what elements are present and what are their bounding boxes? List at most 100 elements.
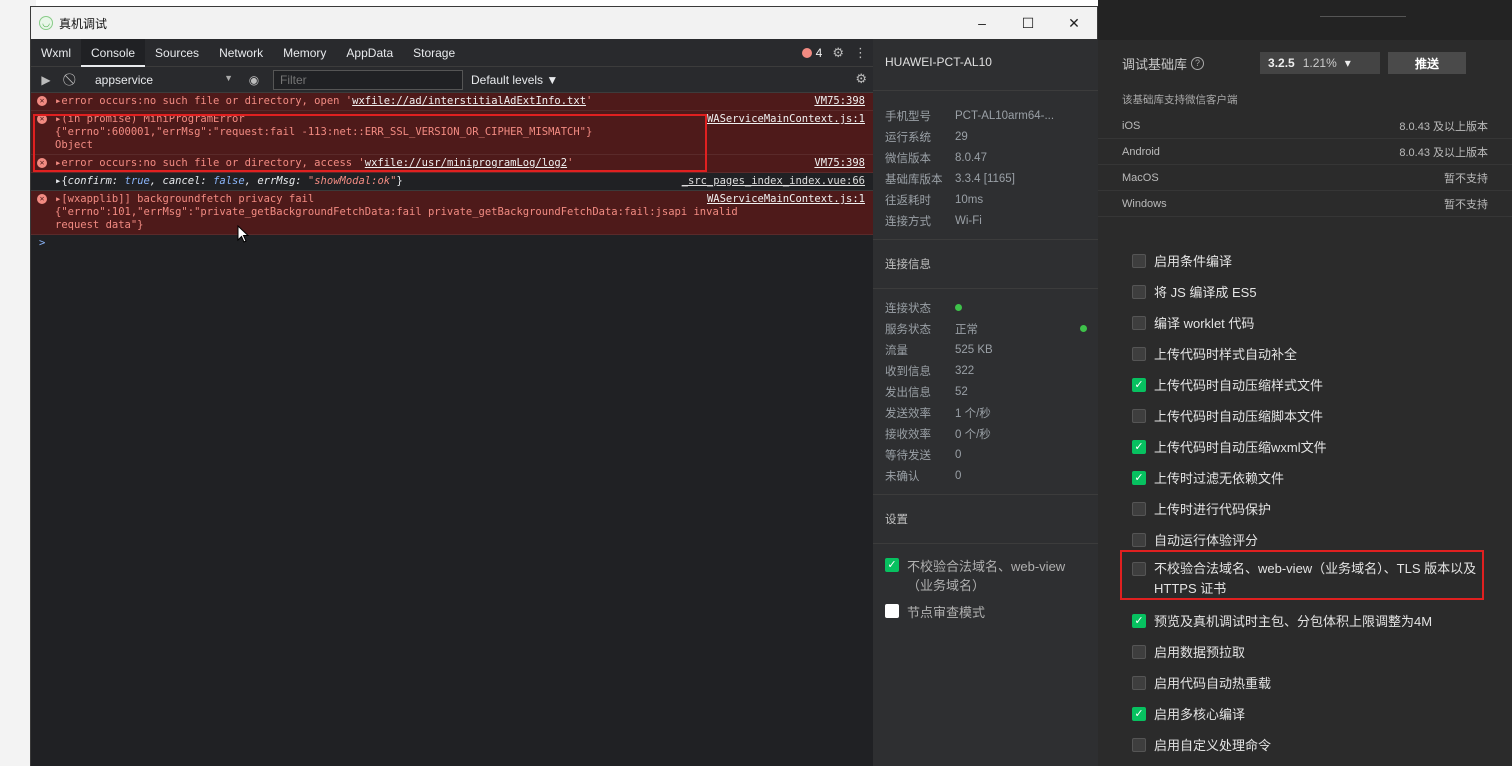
project-settings-panel: 调试基础库 ? 3.2.5 1.21% ▾ 推送 该基础库支持微信客户端 iOS… xyxy=(1098,0,1512,766)
settings-gear-icon[interactable]: ⚙ xyxy=(832,45,844,61)
error-count-badge[interactable]: 4 xyxy=(801,46,823,60)
tab-network[interactable]: Network xyxy=(209,39,273,67)
tab-wxml[interactable]: Wxml xyxy=(31,39,81,67)
source-link[interactable]: WAServiceMainContext.js:1 xyxy=(707,113,865,126)
tab-memory[interactable]: Memory xyxy=(273,39,336,67)
devtools-tabs: Wxml Console Sources Network Memory AppD… xyxy=(31,38,873,67)
conn-label: 服务状态 xyxy=(885,323,931,336)
clear-console-icon[interactable]: ⃠ xyxy=(61,69,83,91)
log-key: , errMsg: xyxy=(244,175,308,187)
context-select[interactable]: appservice ▼ xyxy=(89,73,239,87)
os-version: 暂不支持 xyxy=(1444,198,1488,211)
push-button[interactable]: 推送 xyxy=(1388,52,1467,74)
message-detail: {"errno":101,"errMsg":"private_getBackgr… xyxy=(55,206,738,218)
option-label: 上传时进行代码保护 xyxy=(1154,502,1272,517)
info-row: 基础库版本 3.3.4 [1165] xyxy=(873,168,1099,189)
conn-value: 0 xyxy=(955,448,962,461)
lib-usage-pct: 1.21% xyxy=(1302,56,1337,70)
settings-option-checkbox[interactable]: ✓ 启用多核心编译 xyxy=(1098,698,1512,729)
checkbox-unchecked-icon xyxy=(1132,501,1146,516)
info-value: 3.3.4 [1165] xyxy=(955,172,1015,185)
conn-label: 发送效率 xyxy=(885,407,931,420)
filter-input[interactable] xyxy=(273,69,463,90)
conn-row: 接收效率 0 个/秒 xyxy=(873,423,1099,444)
checkbox-unchecked-icon xyxy=(1132,532,1146,547)
source-link[interactable]: VM75:398 xyxy=(814,95,865,108)
log-levels-select[interactable]: Default levels ▼ xyxy=(471,73,558,87)
info-row: 运行系统 29 xyxy=(873,126,1099,147)
close-button[interactable]: ✕ xyxy=(1051,7,1097,39)
console-message[interactable]: ✕ ▸error occurs:no such file or director… xyxy=(31,93,873,111)
more-options-icon[interactable]: ⋮ xyxy=(854,45,867,61)
maximize-button[interactable]: ☐ xyxy=(1005,7,1051,39)
checkbox-checked-icon: ✓ xyxy=(1132,439,1146,454)
conn-label: 连接状态 xyxy=(885,302,931,315)
os-name: MacOS xyxy=(1122,171,1159,184)
conn-label: 未确认 xyxy=(885,470,920,483)
settings-option-checkbox[interactable]: 启用代码自动热重载 xyxy=(1098,667,1512,698)
source-link[interactable]: WAServiceMainContext.js:1 xyxy=(707,193,865,206)
os-version: 8.0.43 及以上版本 xyxy=(1399,146,1488,159)
context-value: appservice xyxy=(95,72,154,87)
title-bar[interactable]: ◡ 真机调试 – ☐ ✕ xyxy=(31,7,1097,39)
os-name: iOS xyxy=(1122,119,1141,132)
console-settings-icon[interactable]: ⚙ xyxy=(855,71,867,87)
log-close: } xyxy=(396,175,403,187)
settings-option-checkbox[interactable]: 上传代码时自动压缩脚本文件 xyxy=(1098,400,1512,431)
conn-value: 525 KB xyxy=(955,343,993,356)
support-row: MacOS 暂不支持 xyxy=(1098,165,1512,191)
console-message[interactable]: ▸{confirm: true, cancel: false, errMsg: … xyxy=(31,173,873,191)
settings-option-checkbox[interactable]: 启用条件编译 xyxy=(1098,245,1512,276)
settings-option-checkbox[interactable]: 启用自定义处理命令 xyxy=(1098,729,1512,760)
log-value: false xyxy=(213,175,245,187)
minimize-button[interactable]: – xyxy=(959,7,1005,39)
settings-option-checkbox[interactable]: ✓ 预览及真机调试时主包、分包体积上限调整为4M xyxy=(1098,605,1512,636)
tab-sources[interactable]: Sources xyxy=(145,39,209,67)
info-label: 往返耗时 xyxy=(885,194,931,207)
eye-icon[interactable]: ◉ xyxy=(243,69,265,91)
checkbox-unchecked-icon xyxy=(1132,737,1146,752)
skip-domain-check-checkbox[interactable]: ✓ 不校验合法域名、web-view（业务域名） xyxy=(873,552,1099,598)
info-value: PCT-AL10arm64-... xyxy=(955,109,1055,122)
tab-storage[interactable]: Storage xyxy=(403,39,465,67)
checkbox-unchecked-icon xyxy=(1132,644,1146,659)
error-count: 4 xyxy=(815,46,823,60)
option-label: 启用数据预拉取 xyxy=(1154,645,1246,660)
help-icon[interactable]: ? xyxy=(1191,56,1205,70)
checkbox-checked-icon: ✓ xyxy=(885,558,899,572)
info-value: 29 xyxy=(955,130,968,143)
option-label: 启用代码自动热重载 xyxy=(1154,676,1272,691)
settings-option-checkbox[interactable]: ✓ 上传代码时自动压缩wxml文件 xyxy=(1098,431,1512,462)
tab-appdata[interactable]: AppData xyxy=(336,39,403,67)
node-inspect-checkbox[interactable]: 节点审查模式 xyxy=(873,598,1099,625)
conn-row: 连接状态 xyxy=(873,297,1099,318)
checkbox-unchecked-icon xyxy=(1132,253,1146,268)
error-icon: ✕ xyxy=(37,96,47,106)
sidebar-toggle-icon[interactable]: ▶ xyxy=(35,69,57,91)
console-prompt[interactable]: > xyxy=(31,235,873,252)
base-library-label: 调试基础库 xyxy=(1122,56,1188,72)
settings-option-checkbox[interactable]: 启用数据预拉取 xyxy=(1098,636,1512,667)
settings-option-checkbox[interactable]: ✓ 上传时过滤无依赖文件 xyxy=(1098,462,1512,493)
checkbox-checked-icon: ✓ xyxy=(1132,706,1146,721)
option-label: 上传时过滤无依赖文件 xyxy=(1154,471,1285,486)
tab-console[interactable]: Console xyxy=(81,38,146,67)
settings-option-checkbox[interactable]: 上传时进行代码保护 xyxy=(1098,493,1512,524)
option-label: 启用自定义处理命令 xyxy=(1154,738,1272,753)
log-key: , cancel: xyxy=(149,175,214,187)
source-link[interactable]: VM75:398 xyxy=(814,157,865,170)
settings-section-title: 设置 xyxy=(873,494,1099,544)
console-message[interactable]: ✕ ▸[wxapplib]] backgroundfetch privacy f… xyxy=(31,191,873,235)
conn-value: 1 个/秒 xyxy=(955,407,991,420)
settings-option-checkbox[interactable]: 编译 worklet 代码 xyxy=(1098,307,1512,338)
device-info-panel: HUAWEI-PCT-AL10 手机型号 PCT-AL10arm64-... 运行… xyxy=(873,39,1099,766)
checkbox-unchecked-icon xyxy=(1132,315,1146,330)
message-link[interactable]: wxfile://ad/interstitialAdExtInfo.txt xyxy=(352,95,586,107)
base-library-select[interactable]: 3.2.5 1.21% ▾ xyxy=(1260,52,1381,74)
checkbox-label: 不校验合法域名、web-view（业务域名） xyxy=(907,559,1066,593)
settings-option-checkbox[interactable]: 将 JS 编译成 ES5 xyxy=(1098,276,1512,307)
source-link[interactable]: _src_pages_index_index.vue:66 xyxy=(682,175,865,188)
settings-option-checkbox[interactable]: 上传代码时样式自动补全 xyxy=(1098,338,1512,369)
info-label: 基础库版本 xyxy=(885,173,943,186)
settings-option-checkbox[interactable]: ✓ 上传代码时自动压缩样式文件 xyxy=(1098,369,1512,400)
